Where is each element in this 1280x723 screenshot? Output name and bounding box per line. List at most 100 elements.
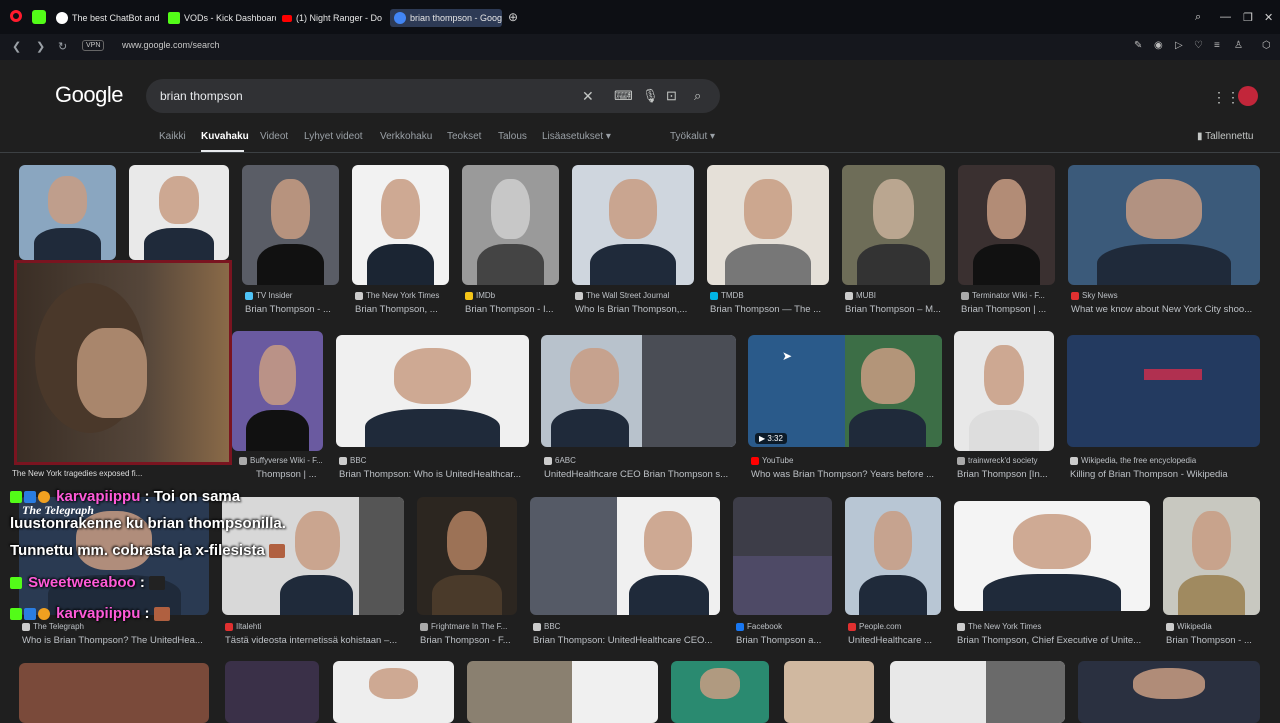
result-title[interactable]: What we know about New York City shoo... bbox=[1071, 304, 1261, 315]
image-thumbnail[interactable] bbox=[541, 335, 736, 447]
result-source[interactable]: TMDB bbox=[710, 291, 830, 300]
image-thumbnail[interactable] bbox=[232, 331, 323, 451]
image-thumbnail[interactable] bbox=[842, 165, 945, 285]
result-source[interactable]: MUBI bbox=[845, 291, 945, 300]
result-source[interactable]: BBC bbox=[533, 622, 723, 631]
image-thumbnail[interactable] bbox=[336, 335, 529, 447]
result-title[interactable]: Brian Thompson a... bbox=[736, 635, 836, 646]
result-title[interactable]: Brian Thompson, Chief Executive of Unite… bbox=[957, 635, 1153, 646]
result-source[interactable]: The New York Times bbox=[355, 291, 450, 300]
result-source[interactable]: People.com bbox=[848, 622, 944, 631]
image-thumbnail[interactable] bbox=[1067, 335, 1260, 447]
result-source[interactable]: trainwreck'd society bbox=[957, 456, 1057, 465]
reload-icon[interactable]: ↻ bbox=[58, 40, 67, 53]
image-thumbnail[interactable] bbox=[958, 165, 1055, 285]
edit-icon[interactable]: ✎ bbox=[1134, 40, 1142, 51]
image-thumbnail[interactable] bbox=[467, 661, 658, 723]
image-thumbnail[interactable] bbox=[19, 663, 209, 723]
result-title[interactable]: Brian Thompson - F... bbox=[420, 635, 520, 646]
result-title[interactable]: Brian Thompson – M... bbox=[845, 304, 945, 315]
result-title[interactable]: Who Is Brian Thompson,... bbox=[575, 304, 695, 315]
result-title[interactable]: Tästä videosta internetissä kohistaan –.… bbox=[225, 635, 407, 646]
tab-chatbot[interactable]: The best ChatBot and Wi bbox=[56, 9, 162, 27]
result-title[interactable]: Brian Thompson | ... bbox=[961, 304, 1056, 315]
image-thumbnail[interactable] bbox=[845, 497, 941, 615]
result-title[interactable]: Brian Thompson: Who is UnitedHealthcar..… bbox=[339, 469, 529, 480]
extension-icon[interactable]: ⬡ bbox=[1262, 40, 1271, 51]
result-source[interactable]: BBC bbox=[339, 456, 529, 465]
result-source[interactable]: Sky News bbox=[1071, 291, 1261, 300]
result-title[interactable]: UnitedHealthcare CEO Brian Thompson s... bbox=[544, 469, 736, 480]
video-thumbnail[interactable] bbox=[748, 335, 942, 447]
result-title[interactable]: UnitedHealthcare ... bbox=[848, 635, 944, 646]
tab-all[interactable]: Kaikki bbox=[159, 131, 186, 142]
result-title[interactable]: Brian Thompson — The ... bbox=[710, 304, 830, 315]
image-thumbnail[interactable] bbox=[890, 661, 1065, 723]
result-source[interactable]: Frightmare In The F... bbox=[420, 622, 520, 631]
result-source[interactable]: Wikipedia bbox=[1166, 622, 1263, 631]
image-thumbnail[interactable] bbox=[784, 661, 874, 723]
close-window-icon[interactable]: ✕ bbox=[1264, 11, 1273, 24]
tab-images[interactable]: Kuvahaku bbox=[201, 131, 249, 142]
result-title[interactable]: Brian Thompson - I... bbox=[465, 304, 560, 315]
search-input[interactable]: brian thompson bbox=[160, 89, 243, 103]
maximize-icon[interactable]: ❐ bbox=[1243, 11, 1253, 24]
clear-search-icon[interactable]: ✕ bbox=[582, 88, 594, 105]
tab-short-videos[interactable]: Lyhyet videot bbox=[304, 131, 363, 142]
result-title[interactable]: Who was Brian Thompson? Years before ... bbox=[751, 469, 943, 480]
result-source[interactable]: Facebook bbox=[736, 622, 836, 631]
image-thumbnail[interactable] bbox=[1068, 165, 1260, 285]
opera-logo-icon[interactable] bbox=[10, 10, 22, 22]
tools-button[interactable]: Työkalut ▾ bbox=[670, 131, 715, 142]
keyboard-icon[interactable]: ⌨ bbox=[614, 88, 633, 104]
tab-google-search[interactable]: brian thompson - Google bbox=[390, 9, 502, 27]
tab-more[interactable]: Lisäasetukset ▾ bbox=[542, 131, 611, 142]
image-thumbnail[interactable] bbox=[1163, 497, 1260, 615]
avatar[interactable] bbox=[1238, 86, 1258, 106]
tab-web[interactable]: Verkkohaku bbox=[380, 131, 432, 142]
image-thumbnail[interactable] bbox=[225, 661, 319, 723]
result-source[interactable]: YouTube bbox=[751, 456, 943, 465]
image-thumbnail[interactable] bbox=[733, 497, 832, 615]
result-source[interactable]: 6ABC bbox=[544, 456, 736, 465]
search-icon[interactable]: ⌕ bbox=[694, 88, 701, 104]
heart-icon[interactable]: ♡ bbox=[1194, 40, 1203, 51]
profile-icon[interactable]: ♙ bbox=[1234, 40, 1243, 51]
result-source[interactable]: The Telegraph bbox=[22, 622, 212, 631]
result-title[interactable]: Killing of Brian Thompson - Wikipedia bbox=[1070, 469, 1260, 480]
google-logo[interactable]: Google bbox=[55, 82, 123, 108]
camera-icon[interactable]: ◉ bbox=[1154, 40, 1163, 51]
result-title[interactable]: Brian Thompson: UnitedHealthcare CEO... bbox=[533, 635, 723, 646]
image-thumbnail[interactable] bbox=[417, 497, 517, 615]
image-thumbnail[interactable] bbox=[954, 501, 1150, 611]
tab-videos[interactable]: Videot bbox=[260, 131, 288, 142]
image-thumbnail[interactable] bbox=[129, 165, 229, 260]
microphone-icon[interactable]: 🎙 bbox=[642, 88, 659, 104]
tab-kick-vods[interactable]: VODs - Kick Dashboard bbox=[168, 9, 276, 27]
kick-sidebar-icon[interactable] bbox=[32, 10, 46, 24]
result-source[interactable]: The New York Times bbox=[957, 622, 1153, 631]
result-source[interactable]: Wikipedia, the free encyclopedia bbox=[1070, 456, 1260, 465]
tab-search-icon[interactable]: ⌕ bbox=[1195, 11, 1201, 24]
image-thumbnail[interactable] bbox=[462, 165, 559, 285]
play-icon[interactable]: ▷ bbox=[1175, 40, 1183, 51]
lens-icon[interactable]: ⊡ bbox=[666, 88, 677, 104]
new-tab-icon[interactable]: ⊕ bbox=[508, 10, 518, 24]
image-thumbnail[interactable] bbox=[530, 497, 720, 615]
result-source[interactable]: TV Insider bbox=[245, 291, 340, 300]
vpn-badge[interactable]: VPN bbox=[82, 40, 105, 51]
menu-lines-icon[interactable]: ≡ bbox=[1214, 40, 1220, 51]
image-thumbnail[interactable] bbox=[333, 661, 454, 723]
result-source[interactable]: Iltalehti bbox=[225, 622, 407, 631]
search-box[interactable]: brian thompson ✕ ⌨ 🎙 ⊡ ⌕ bbox=[146, 79, 720, 113]
tab-books[interactable]: Teokset bbox=[447, 131, 481, 142]
result-source[interactable]: Buffyverse Wiki - F... bbox=[239, 456, 324, 465]
result-source[interactable]: Terminator Wiki - F... bbox=[961, 291, 1056, 300]
result-title[interactable]: Brian Thompson [In... bbox=[957, 469, 1057, 480]
result-source[interactable]: IMDb bbox=[465, 291, 560, 300]
image-thumbnail[interactable] bbox=[1078, 661, 1260, 723]
image-thumbnail[interactable] bbox=[707, 165, 829, 285]
image-thumbnail[interactable] bbox=[352, 165, 449, 285]
image-thumbnail[interactable] bbox=[19, 165, 116, 260]
result-title[interactable]: Brian Thompson, ... bbox=[355, 304, 450, 315]
